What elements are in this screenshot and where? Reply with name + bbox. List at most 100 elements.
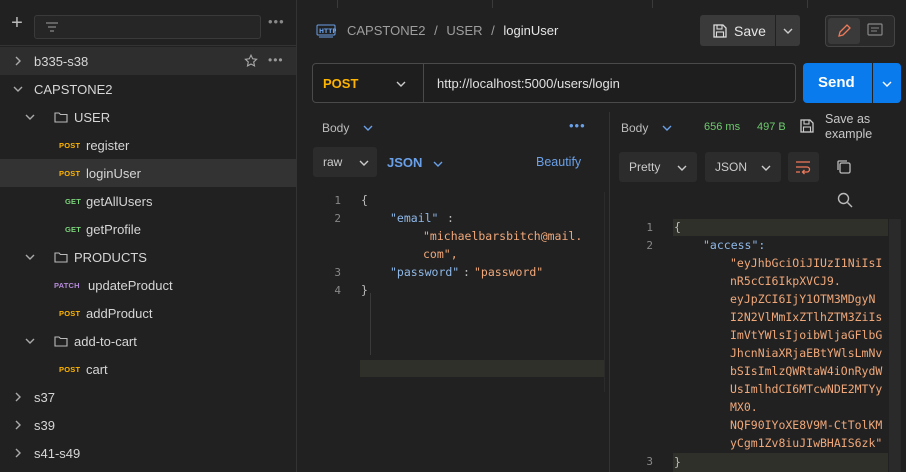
sidebar-item-s41-s49[interactable]: s41-s49 <box>0 439 296 467</box>
sidebar-item-getallusers[interactable]: GET getAllUsers <box>0 187 296 215</box>
save-label: Save <box>734 23 766 39</box>
documentation-icon[interactable] <box>866 21 884 39</box>
line-number: 2 <box>334 212 341 225</box>
sidebar-item-label: getAllUsers <box>86 193 153 209</box>
chevron-right-icon[interactable] <box>12 447 24 459</box>
chevron-down-icon[interactable] <box>362 122 374 134</box>
chevron-down-icon[interactable] <box>12 83 24 95</box>
code-token: } <box>361 283 368 297</box>
body-format-select[interactable]: JSON <box>387 155 422 170</box>
code-string: I2N2VlMmIxZTlhZTM3ZiIs <box>730 310 883 324</box>
line-number: 3 <box>646 455 653 468</box>
search-icon[interactable] <box>836 191 854 209</box>
sidebar-search-input[interactable] <box>34 15 261 39</box>
response-size: 497 B <box>757 121 786 133</box>
url-input[interactable]: http://localhost:5000/users/login <box>437 76 620 91</box>
wrap-icon <box>796 161 811 175</box>
chevron-down-icon[interactable] <box>24 111 36 123</box>
chevron-right-icon[interactable] <box>12 55 24 67</box>
save-button[interactable]: Save <box>700 15 775 46</box>
chevron-down-icon <box>882 81 892 87</box>
code-string: ImVtYWlsIjoibWljaGFlbG <box>730 328 883 342</box>
sidebar-item-add-to-cart-folder[interactable]: add-to-cart <box>0 327 296 355</box>
tab-divider <box>652 0 653 8</box>
current-line-highlight <box>360 360 605 377</box>
sidebar-item-capstone2[interactable]: CAPSTONE2 <box>0 75 296 103</box>
save-icon[interactable] <box>799 118 815 134</box>
code-key: "access": <box>703 238 766 252</box>
beautify-button[interactable]: Beautify <box>536 155 581 169</box>
editor-scrollbar[interactable] <box>604 192 605 392</box>
row-more-button[interactable]: ••• <box>268 53 284 67</box>
method-select[interactable]: POST <box>323 76 358 91</box>
sidebar-item-label: add-to-cart <box>74 333 137 349</box>
breadcrumb-collection[interactable]: CAPSTONE2 <box>347 23 426 38</box>
code-string: eyJpZCI6IjY1OTM3MDgyN <box>730 292 876 306</box>
chevron-down-icon[interactable] <box>432 158 444 170</box>
body-mode-select[interactable]: raw <box>313 147 377 177</box>
chevron-down-icon[interactable] <box>24 251 36 263</box>
save-as-example-button[interactable]: Save as example <box>825 112 885 142</box>
tab-body[interactable]: Body <box>322 121 349 135</box>
breadcrumb-separator: / <box>434 23 438 38</box>
method-badge: PATCH <box>54 280 80 290</box>
copy-icon[interactable] <box>835 158 853 176</box>
chevron-down-icon[interactable] <box>24 335 36 347</box>
code-token: : <box>463 265 470 279</box>
response-scrollbar[interactable] <box>889 219 901 472</box>
response-body-viewer[interactable]: 1 2 3 { "access": "eyJhbGciOiJIUzI1NiIsI… <box>611 217 906 472</box>
sidebar-item-label: register <box>86 137 130 153</box>
code-string: NQF90IYoXE8V9M-CtTolKM <box>730 418 883 432</box>
tab-divider <box>337 0 338 8</box>
sidebar-item-getprofile[interactable]: GET getProfile <box>0 215 296 243</box>
sidebar-item-updateproduct[interactable]: PATCH updateProduct <box>0 271 296 299</box>
sidebar-item-label: addProduct <box>86 305 153 321</box>
filter-icon <box>46 22 58 32</box>
sidebar-toolbar: + ••• <box>0 0 297 46</box>
sidebar-item-label: getProfile <box>86 221 141 237</box>
chevron-right-icon[interactable] <box>12 419 24 431</box>
line-number: 1 <box>334 194 341 207</box>
request-more-button[interactable]: ••• <box>569 118 586 133</box>
tab-divider <box>492 0 493 8</box>
sidebar-item-label: updateProduct <box>88 277 173 293</box>
divider <box>423 64 424 102</box>
sidebar-item-addproduct[interactable]: POST addProduct <box>0 299 296 327</box>
tab-strip <box>297 0 906 8</box>
code-string: "michaelbarsbitch@mail. <box>423 229 583 243</box>
chevron-right-icon[interactable] <box>12 391 24 403</box>
pencil-icon <box>838 24 851 37</box>
code-token: { <box>674 220 681 234</box>
chevron-down-icon[interactable] <box>395 78 407 90</box>
response-view-value: Pretty <box>629 160 661 174</box>
sidebar-item-s37[interactable]: s37 <box>0 383 296 411</box>
sidebar-item-cart[interactable]: POST cart <box>0 355 296 383</box>
sidebar-more-button[interactable]: ••• <box>268 14 285 29</box>
request-body-editor[interactable]: 1 2 3 4 { "email" : "michaelbarsbitch@ma… <box>305 190 605 472</box>
send-options-button[interactable] <box>873 63 901 103</box>
sidebar-item-loginuser[interactable]: POST loginUser <box>0 159 296 187</box>
breadcrumb-request[interactable]: loginUser <box>503 23 558 38</box>
sidebar-item-user-folder[interactable]: USER <box>0 103 296 131</box>
code-string: "eyJhbGciOiJIUzI1NiIsI <box>730 256 883 270</box>
sidebar-item-products-folder[interactable]: PRODUCTS <box>0 243 296 271</box>
method-badge: GET <box>65 224 82 234</box>
sidebar-item-register[interactable]: POST register <box>0 131 296 159</box>
sidebar-item-b335-s38[interactable]: b335-s38 ••• <box>0 47 296 75</box>
edit-mode-button[interactable] <box>828 18 860 44</box>
sidebar-item-label: s41-s49 <box>34 445 81 461</box>
response-format-select[interactable]: JSON <box>705 152 781 182</box>
chevron-down-icon[interactable] <box>661 122 673 134</box>
line-number: 1 <box>646 221 653 234</box>
code-string: com", <box>423 247 458 261</box>
wrap-lines-button[interactable] <box>788 152 819 182</box>
breadcrumb-folder[interactable]: USER <box>446 23 482 38</box>
sidebar-item-s39[interactable]: s39 <box>0 411 296 439</box>
breadcrumb: CAPSTONE2 / USER / loginUser <box>347 23 558 38</box>
tab-response-body[interactable]: Body <box>621 121 648 135</box>
response-view-select[interactable]: Pretty <box>619 152 697 182</box>
star-icon[interactable] <box>244 54 258 68</box>
save-options-button[interactable] <box>776 15 800 46</box>
new-collection-button[interactable]: + <box>7 13 27 34</box>
send-button[interactable]: Send <box>803 63 872 103</box>
